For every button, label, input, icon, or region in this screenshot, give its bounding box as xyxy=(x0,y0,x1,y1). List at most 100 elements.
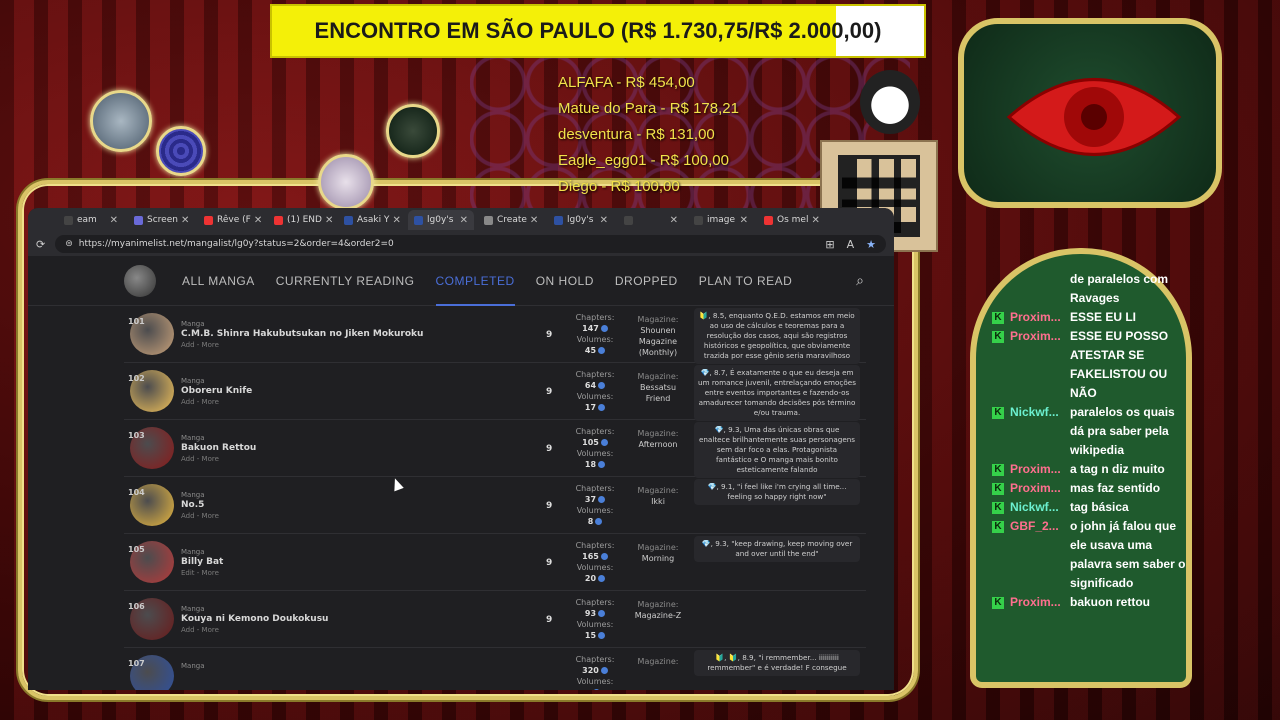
chat-username[interactable]: Proxim... xyxy=(1010,593,1062,612)
magazine-cell: Magazine: Morning xyxy=(629,542,687,564)
site-info-icon[interactable]: ⊜ xyxy=(65,239,73,249)
browser-tab[interactable]: Create ✕ xyxy=(478,210,544,230)
user-note: 💎, 9.3, "keep drawing, keep moving over … xyxy=(694,536,860,562)
magazine-label: Magazine: xyxy=(637,315,679,324)
chapters-count: 165 xyxy=(582,552,599,561)
close-tab-icon[interactable]: ✕ xyxy=(107,215,118,226)
chapters-count: 93 xyxy=(584,609,597,618)
chat-username[interactable]: Proxim... xyxy=(1010,308,1062,327)
magazine-label: Magazine: xyxy=(637,486,679,495)
edit-more-links[interactable]: Add - More xyxy=(181,455,219,463)
browser-tab[interactable]: Os mel ✕ xyxy=(758,210,824,230)
kick-badge-icon: K xyxy=(992,502,1004,514)
magazine-name[interactable]: Magazine-Z xyxy=(629,610,687,621)
chapters-label: Chapters: xyxy=(575,655,615,664)
magazine-name[interactable]: Afternoon xyxy=(629,439,687,450)
close-tab-icon[interactable]: ✕ xyxy=(527,215,538,226)
user-avatar[interactable] xyxy=(124,264,156,297)
type-label: Manga xyxy=(181,434,205,442)
volumes-label: Volumes: xyxy=(576,620,614,629)
close-tab-icon[interactable]: ✕ xyxy=(667,215,678,226)
manga-title-link[interactable]: Billy Bat xyxy=(181,557,223,567)
edit-more-links[interactable]: Add - More xyxy=(181,626,219,634)
browser-tab[interactable]: Rêve (F ✕ xyxy=(198,210,264,230)
kick-badge-icon: K xyxy=(992,407,1004,419)
manga-title-link[interactable]: No.5 xyxy=(181,500,204,510)
status-tab[interactable]: ALL MANGA xyxy=(182,256,255,306)
volumes-count: 17 xyxy=(584,403,597,412)
bookmark-star-icon[interactable]: ★ xyxy=(866,238,876,251)
chat-username[interactable]: Nickwf... xyxy=(1010,498,1062,517)
rank-number: 107 xyxy=(128,659,145,668)
magazine-cell: Magazine: Afternoon xyxy=(629,428,687,450)
check-icon xyxy=(598,632,606,639)
status-tab[interactable]: CURRENTLY READING xyxy=(276,256,415,306)
chapters-label: Chapters: xyxy=(575,541,615,550)
status-tab[interactable]: PLAN TO READ xyxy=(699,256,793,306)
magazine-name[interactable]: Shounen Magazine (Monthly) xyxy=(629,325,687,358)
magazine-cell: Magazine: Shounen Magazine (Monthly) xyxy=(629,314,687,358)
install-app-icon[interactable]: ⊞ xyxy=(825,238,834,251)
score-value[interactable]: 9 xyxy=(546,501,552,511)
chat-username[interactable]: Proxim... xyxy=(1010,327,1062,403)
status-tab[interactable]: DROPPED xyxy=(615,256,678,306)
close-tab-icon[interactable]: ✕ xyxy=(178,215,189,226)
status-tab[interactable]: ON HOLD xyxy=(536,256,594,306)
chat-username[interactable]: Proxim... xyxy=(1010,479,1062,498)
edit-more-links[interactable]: Edit - More xyxy=(181,569,219,577)
browser-tab[interactable]: Asaki Y ✕ xyxy=(338,210,404,230)
address-field[interactable]: ⊜ https://myanimelist.net/mangalist/lg0y… xyxy=(55,235,886,253)
browser-tab[interactable]: image ✕ xyxy=(688,210,754,230)
check-icon xyxy=(598,496,606,503)
magazine-name[interactable]: Ikki xyxy=(629,496,687,507)
magazine-name[interactable]: Bessatsu Friend xyxy=(629,382,687,404)
close-tab-icon[interactable]: ✕ xyxy=(808,215,819,226)
volumes-label: Volumes: xyxy=(576,506,614,515)
chat-username[interactable]: Nickwf... xyxy=(1010,403,1062,460)
chat-username[interactable]: GBF_2... xyxy=(1010,517,1062,593)
browser-tab[interactable]: eam ✕ xyxy=(58,210,124,230)
goal-text: ENCONTRO EM SÃO PAULO (R$ 1.730,75/R$ 2.… xyxy=(314,18,882,43)
close-tab-icon[interactable]: ✕ xyxy=(597,215,608,226)
score-value[interactable]: 9 xyxy=(546,330,552,340)
check-icon xyxy=(598,461,606,468)
close-tab-icon[interactable]: ✕ xyxy=(737,215,748,226)
score-value[interactable]: 9 xyxy=(546,444,552,454)
progress-cell: Chapters: 105 Volumes: 18 xyxy=(570,426,620,470)
manga-title-link[interactable]: Kouya ni Kemono Doukokusu xyxy=(181,614,328,624)
translate-icon[interactable]: A xyxy=(847,238,855,251)
browser-tab[interactable]: Screen ✕ xyxy=(128,210,194,230)
edit-more-links[interactable]: Add - More xyxy=(181,512,219,520)
manga-title-link[interactable]: Oboreru Knife xyxy=(181,386,252,396)
close-tab-icon[interactable]: ✕ xyxy=(389,215,400,226)
edit-more-links[interactable]: Add - More xyxy=(181,398,219,406)
rank-number: 105 xyxy=(128,545,145,554)
browser-tab[interactable]: lg0y's ✕ xyxy=(408,210,474,230)
score-value[interactable]: 9 xyxy=(546,558,552,568)
user-note: 🔰, 8.5, enquanto Q.E.D. estamos em meio … xyxy=(694,308,860,364)
status-tab[interactable]: COMPLETED xyxy=(435,256,515,306)
check-icon xyxy=(595,518,603,525)
tab-favicon-icon xyxy=(274,215,283,225)
magazine-cell: Magazine: Ikki xyxy=(629,485,687,507)
chat-log: K de paralelos com RavagesK Proxim... ES… xyxy=(990,270,1190,612)
browser-tab[interactable]: (1) END ✕ xyxy=(268,210,334,230)
edit-more-links[interactable]: Add - More xyxy=(181,341,219,349)
score-value[interactable]: 9 xyxy=(546,387,552,397)
progress-cell: Chapters: 64 Volumes: 17 xyxy=(570,369,620,413)
chat-username[interactable]: Proxim... xyxy=(1010,460,1062,479)
browser-tab[interactable]: ✕ xyxy=(618,210,684,230)
browser-tab[interactable]: lg0y's ✕ xyxy=(548,210,614,230)
manga-title-link[interactable]: Bakuon Rettou xyxy=(181,443,256,453)
search-icon[interactable]: ⌕ xyxy=(856,273,864,289)
close-tab-icon[interactable]: ✕ xyxy=(322,215,333,226)
manga-title-link[interactable]: C.M.B. Shinra Hakubutsukan no Jiken Moku… xyxy=(181,329,423,339)
volumes-label: Volumes: xyxy=(576,392,614,401)
magazine-name[interactable]: Morning xyxy=(629,553,687,564)
close-tab-icon[interactable]: ✕ xyxy=(457,215,468,226)
close-tab-icon[interactable]: ✕ xyxy=(251,215,262,226)
magazine-label: Magazine: xyxy=(637,429,679,438)
reload-icon[interactable]: ⟳ xyxy=(36,238,45,251)
chat-message: K de paralelos com Ravages xyxy=(990,270,1190,308)
score-value[interactable]: 9 xyxy=(546,615,552,625)
